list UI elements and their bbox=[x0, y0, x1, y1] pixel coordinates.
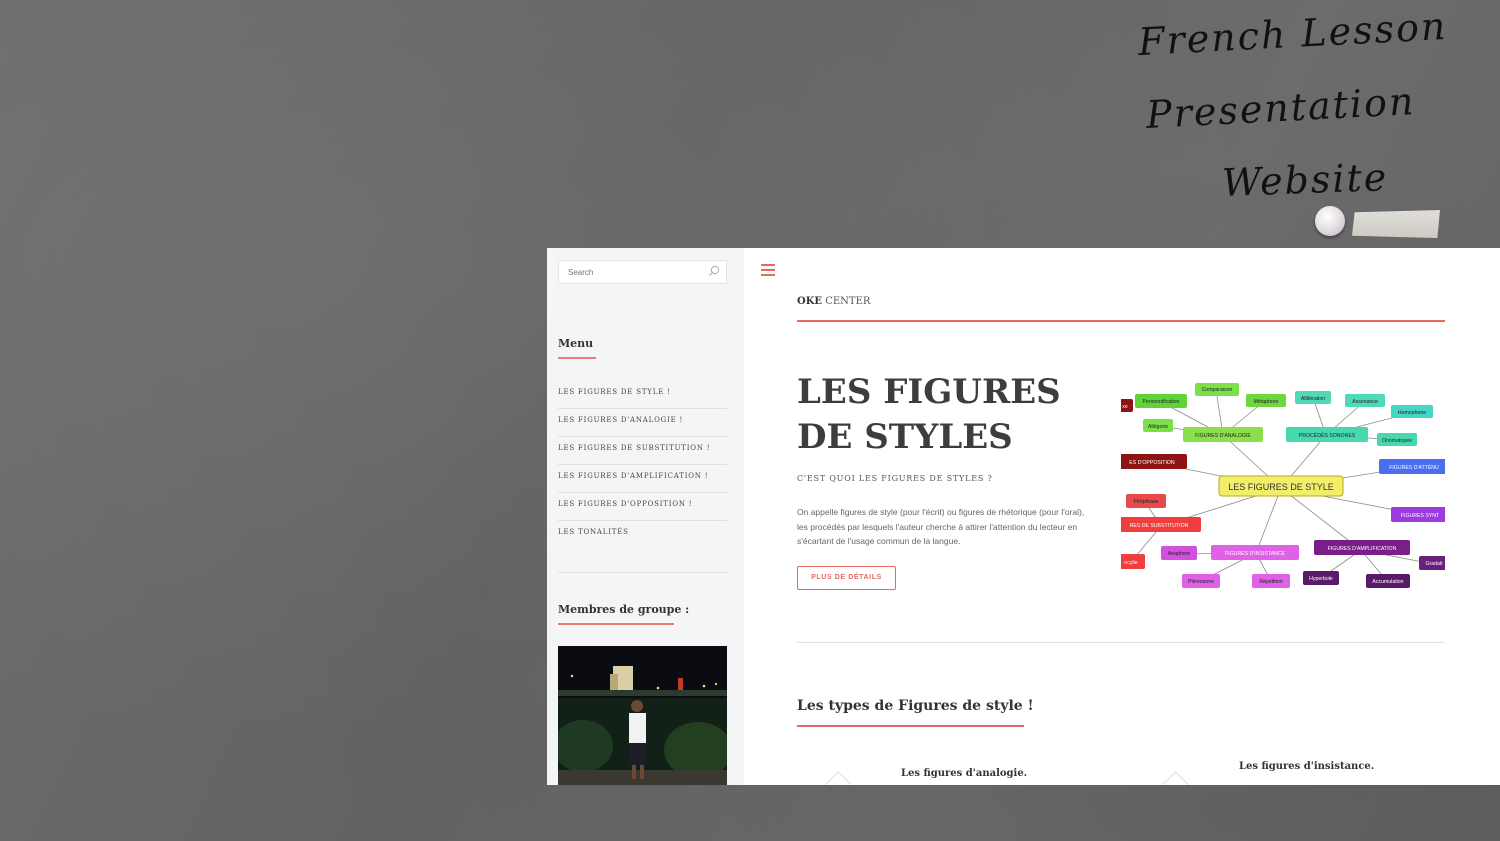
mindmap-node: Onomatopée bbox=[1382, 438, 1412, 444]
mindmap-node: Allitération bbox=[1301, 396, 1325, 402]
tape-strip bbox=[1352, 210, 1440, 238]
site-brand[interactable]: OKE CENTER bbox=[797, 296, 870, 307]
mindmap-node: xe bbox=[1122, 404, 1128, 410]
mindmap-node: FIGURES SYNT bbox=[1401, 513, 1440, 519]
sidebar-item-figures-opposition[interactable]: LES FIGURES D'OPPOSITION ! bbox=[558, 493, 727, 521]
mindmap-node: Homophone bbox=[1398, 410, 1426, 416]
section-title-underline bbox=[797, 725, 1024, 727]
menu-title-underline bbox=[558, 357, 596, 359]
mindmap-node: FIGURES D'INSISTANCE bbox=[1225, 551, 1286, 557]
sidebar-divider bbox=[558, 572, 727, 573]
card-title-insistance[interactable]: Les figures d'insistance. bbox=[1239, 761, 1374, 772]
member-photo bbox=[558, 646, 727, 785]
mindmap-diagram: LES FIGURES DE STYLE Personnification Co… bbox=[1121, 383, 1445, 588]
website-screenshot: Menu LES FIGURES DE STYLE ! LES FIGURES … bbox=[547, 248, 1500, 785]
mindmap-node: Gradati bbox=[1425, 561, 1442, 567]
main-content: OKE CENTER LES FIGURES DE STYLES C'EST Q… bbox=[744, 248, 1500, 785]
more-details-button[interactable]: PLUS DE DÉTAILS bbox=[797, 566, 896, 590]
brand-bold: OKE bbox=[797, 296, 823, 307]
mindmap-node: ES D'OPPOSITION bbox=[1129, 460, 1175, 466]
mindmap-node: FIGURES D'ATTÉNU bbox=[1389, 464, 1439, 471]
card-title-analogie[interactable]: Les figures d'analogie. bbox=[901, 768, 1027, 779]
sidebar-item-figures-analogie[interactable]: LES FIGURES D'ANALOGIE ! bbox=[558, 409, 727, 437]
handwritten-title-line-3: Website bbox=[1221, 155, 1389, 205]
section-divider bbox=[797, 642, 1445, 643]
sidebar-menu: LES FIGURES DE STYLE ! LES FIGURES D'ANA… bbox=[558, 381, 727, 549]
mindmap-node: Pléonasme bbox=[1188, 579, 1214, 585]
mindmap-node: FIGURES D'AMPLIFICATION bbox=[1328, 546, 1397, 552]
mindmap-image: LES FIGURES DE STYLE Personnification Co… bbox=[1121, 378, 1445, 593]
hamburger-menu-icon[interactable] bbox=[761, 264, 775, 277]
mindmap-node: Comparaison bbox=[1202, 387, 1233, 393]
members-title-underline bbox=[558, 623, 674, 625]
mindmap-center-label: LES FIGURES DE STYLE bbox=[1228, 482, 1334, 492]
mindmap-node: Périphrase bbox=[1133, 499, 1158, 505]
card-icon-frame bbox=[825, 771, 852, 785]
mindmap-node: Assonance bbox=[1352, 399, 1378, 405]
hero-title: LES FIGURES DE STYLES bbox=[797, 372, 1061, 457]
mindmap-node: Personnification bbox=[1143, 399, 1180, 405]
sidebar-item-tonalites[interactable]: LES TONALITÉS bbox=[558, 521, 727, 549]
member-photo-illustration bbox=[558, 646, 727, 785]
sidebar-item-figures-de-style[interactable]: LES FIGURES DE STYLE ! bbox=[558, 381, 727, 409]
mindmap-node: Métaphore bbox=[1254, 399, 1279, 405]
mindmap-node: PROCÉDÉS SONORES bbox=[1299, 432, 1356, 439]
mindmap-node: RES DE SUBSTITUTION bbox=[1130, 523, 1189, 529]
mindmap-node: Anaphore bbox=[1168, 551, 1191, 557]
search-box[interactable] bbox=[558, 260, 727, 284]
mindmap-node: Hyperbole bbox=[1309, 576, 1333, 582]
sidebar: Menu LES FIGURES DE STYLE ! LES FIGURES … bbox=[547, 248, 744, 785]
sidebar-item-figures-substitution[interactable]: LES FIGURES DE SUBSTITUTION ! bbox=[558, 437, 727, 465]
section-title: Les types de Figures de style ! bbox=[797, 698, 1034, 714]
sidebar-item-figures-amplification[interactable]: LES FIGURES D'AMPLIFICATION ! bbox=[558, 465, 727, 493]
brand-rest: CENTER bbox=[822, 296, 871, 307]
mindmap-node: Allégorie bbox=[1148, 424, 1168, 430]
hero-description: On appelle figures de style (pour l'écri… bbox=[797, 507, 1085, 546]
menu-title: Menu bbox=[558, 337, 594, 350]
header-underline bbox=[797, 320, 1445, 322]
search-icon[interactable] bbox=[708, 265, 720, 277]
mindmap-node: Accumulation bbox=[1372, 579, 1403, 585]
search-input[interactable] bbox=[566, 261, 700, 283]
members-title: Membres de groupe : bbox=[558, 603, 690, 616]
mindmap-node: Répétition bbox=[1259, 579, 1282, 585]
mindmap-node: FIGURES D'ANALOGIE bbox=[1195, 433, 1251, 439]
card-icon-frame bbox=[1162, 771, 1189, 785]
hero-subtitle: C'EST QUOI LES FIGURES DE STYLES ? bbox=[797, 474, 993, 483]
pushpin-icon bbox=[1315, 206, 1345, 236]
mindmap-node: ncylie bbox=[1124, 560, 1137, 566]
